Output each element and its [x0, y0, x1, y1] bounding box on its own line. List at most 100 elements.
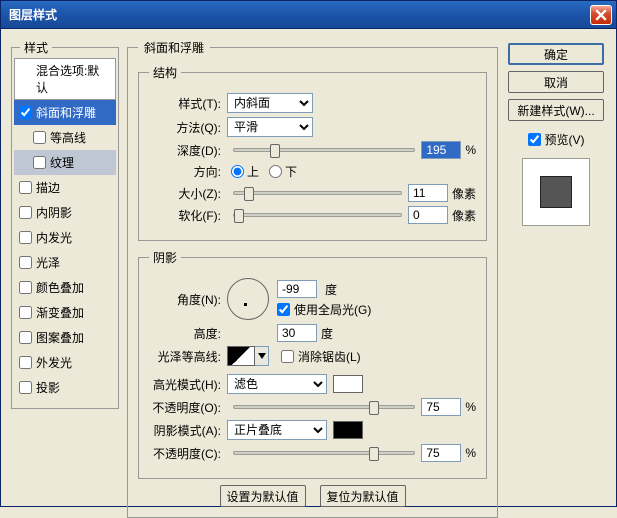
gloss-contour-swatch[interactable]: [227, 346, 255, 366]
structure-legend: 结构: [149, 64, 181, 81]
antialias-check[interactable]: [281, 350, 294, 363]
size-unit: 像素: [452, 185, 476, 202]
shadow-opacity-thumb[interactable]: [369, 447, 379, 461]
chevron-down-icon: [258, 353, 266, 359]
style-check-satin[interactable]: [19, 256, 32, 269]
radio-down[interactable]: [269, 165, 282, 178]
global-light-check[interactable]: [277, 303, 290, 316]
angle-label: 角度(N):: [149, 291, 227, 308]
direction-label: 方向:: [149, 163, 227, 180]
direction-up[interactable]: 上: [231, 163, 259, 180]
style-check-stroke[interactable]: [19, 181, 32, 194]
content: 样式 混合选项:默认 斜面和浮雕 等高线 纹理: [1, 29, 616, 506]
shadow-color-swatch[interactable]: [333, 421, 363, 439]
styles-legend: 样式: [20, 39, 52, 56]
style-item-coloroverlay[interactable]: 颜色叠加: [14, 275, 116, 300]
style-check-outerglow[interactable]: [19, 356, 32, 369]
blending-options-header[interactable]: 混合选项:默认: [14, 58, 116, 100]
new-style-button[interactable]: 新建样式(W)...: [508, 99, 604, 121]
depth-slider[interactable]: [233, 148, 415, 152]
preview-check[interactable]: [528, 133, 541, 146]
depth-input[interactable]: [421, 141, 461, 159]
style-check-gradientoverlay[interactable]: [19, 306, 32, 319]
radio-up[interactable]: [231, 165, 244, 178]
shadow-opacity-unit: %: [465, 446, 476, 460]
shadow-opacity-input[interactable]: [421, 444, 461, 462]
soften-label: 软化(F):: [149, 207, 227, 224]
style-check-innershadow[interactable]: [19, 206, 32, 219]
highlight-opacity-label: 不透明度(O):: [149, 399, 227, 416]
depth-thumb[interactable]: [270, 144, 280, 158]
angle-dial[interactable]: [227, 278, 269, 320]
make-default-button[interactable]: 设置为默认值: [220, 485, 306, 507]
highlight-mode-select[interactable]: 滤色: [227, 374, 327, 394]
styles-fieldset: 样式 混合选项:默认 斜面和浮雕 等高线 纹理: [11, 39, 119, 409]
layer-style-dialog: 图层样式 样式 混合选项:默认 斜面和浮雕 等高线: [0, 0, 617, 507]
style-item-dropshadow[interactable]: 投影: [14, 375, 116, 400]
angle-dot-icon: [244, 303, 247, 306]
altitude-unit: 度: [321, 325, 333, 342]
shading-group: 阴影 角度(N): 度: [138, 249, 487, 479]
style-item-satin[interactable]: 光泽: [14, 250, 116, 275]
window-title: 图层样式: [9, 6, 57, 23]
right-column: 确定 取消 新建样式(W)... 预览(V): [506, 39, 606, 496]
shadow-mode-select[interactable]: 正片叠底: [227, 420, 327, 440]
close-icon: [595, 9, 607, 21]
soften-thumb[interactable]: [234, 209, 244, 223]
size-thumb[interactable]: [244, 187, 254, 201]
reset-default-button[interactable]: 复位为默认值: [320, 485, 406, 507]
gloss-contour-dropdown[interactable]: [255, 346, 269, 366]
technique-select[interactable]: 平滑: [227, 117, 313, 137]
style-item-bevel[interactable]: 斜面和浮雕: [14, 100, 116, 125]
highlight-opacity-thumb[interactable]: [369, 401, 379, 415]
highlight-mode-label: 高光模式(H):: [149, 376, 227, 393]
style-item-outerglow[interactable]: 外发光: [14, 350, 116, 375]
soften-slider[interactable]: [233, 213, 402, 217]
ok-button[interactable]: 确定: [508, 43, 604, 65]
center-column: 斜面和浮雕 结构 样式(T): 内斜面 方法(Q): 平滑 深度(D):: [127, 39, 498, 496]
altitude-label: 高度:: [149, 325, 227, 342]
style-item-innerglow[interactable]: 内发光: [14, 225, 116, 250]
style-item-contour[interactable]: 等高线: [14, 125, 116, 150]
cancel-button[interactable]: 取消: [508, 71, 604, 93]
angle-unit: 度: [325, 281, 337, 298]
close-button[interactable]: [590, 5, 612, 25]
style-list: 混合选项:默认 斜面和浮雕 等高线 纹理: [14, 58, 116, 400]
style-select[interactable]: 内斜面: [227, 93, 313, 113]
depth-unit: %: [465, 143, 476, 157]
angle-input[interactable]: [277, 280, 317, 298]
style-item-innershadow[interactable]: 内阴影: [14, 200, 116, 225]
style-label: 样式(T):: [149, 95, 227, 112]
depth-label: 深度(D):: [149, 142, 227, 159]
highlight-opacity-input[interactable]: [421, 398, 461, 416]
highlight-opacity-slider[interactable]: [233, 405, 415, 409]
highlight-color-swatch[interactable]: [333, 375, 363, 393]
size-input[interactable]: [408, 184, 448, 202]
shadow-mode-label: 阴影模式(A):: [149, 422, 227, 439]
size-slider[interactable]: [233, 191, 402, 195]
style-check-contour[interactable]: [33, 131, 46, 144]
style-check-bevel[interactable]: [19, 106, 32, 119]
altitude-input[interactable]: [277, 324, 317, 342]
style-item-stroke[interactable]: 描边: [14, 175, 116, 200]
style-item-texture[interactable]: 纹理: [14, 150, 116, 175]
bevel-group-legend: 斜面和浮雕: [138, 39, 210, 56]
style-item-patternoverlay[interactable]: 图案叠加: [14, 325, 116, 350]
style-check-dropshadow[interactable]: [19, 381, 32, 394]
shadow-opacity-label: 不透明度(C):: [149, 445, 227, 462]
style-check-patternoverlay[interactable]: [19, 331, 32, 344]
soften-input[interactable]: [408, 206, 448, 224]
structure-group: 结构 样式(T): 内斜面 方法(Q): 平滑 深度(D): %: [138, 64, 487, 241]
shading-legend: 阴影: [149, 249, 181, 266]
style-check-coloroverlay[interactable]: [19, 281, 32, 294]
style-check-texture[interactable]: [33, 156, 46, 169]
highlight-opacity-unit: %: [465, 400, 476, 414]
preview-label: 预览(V): [545, 131, 585, 148]
style-check-innerglow[interactable]: [19, 231, 32, 244]
global-light-label: 使用全局光(G): [294, 301, 371, 318]
direction-down[interactable]: 下: [269, 163, 297, 180]
shadow-opacity-slider[interactable]: [233, 451, 415, 455]
style-item-gradientoverlay[interactable]: 渐变叠加: [14, 300, 116, 325]
antialias-label: 消除锯齿(L): [298, 348, 361, 365]
preview-swatch: [540, 176, 572, 208]
